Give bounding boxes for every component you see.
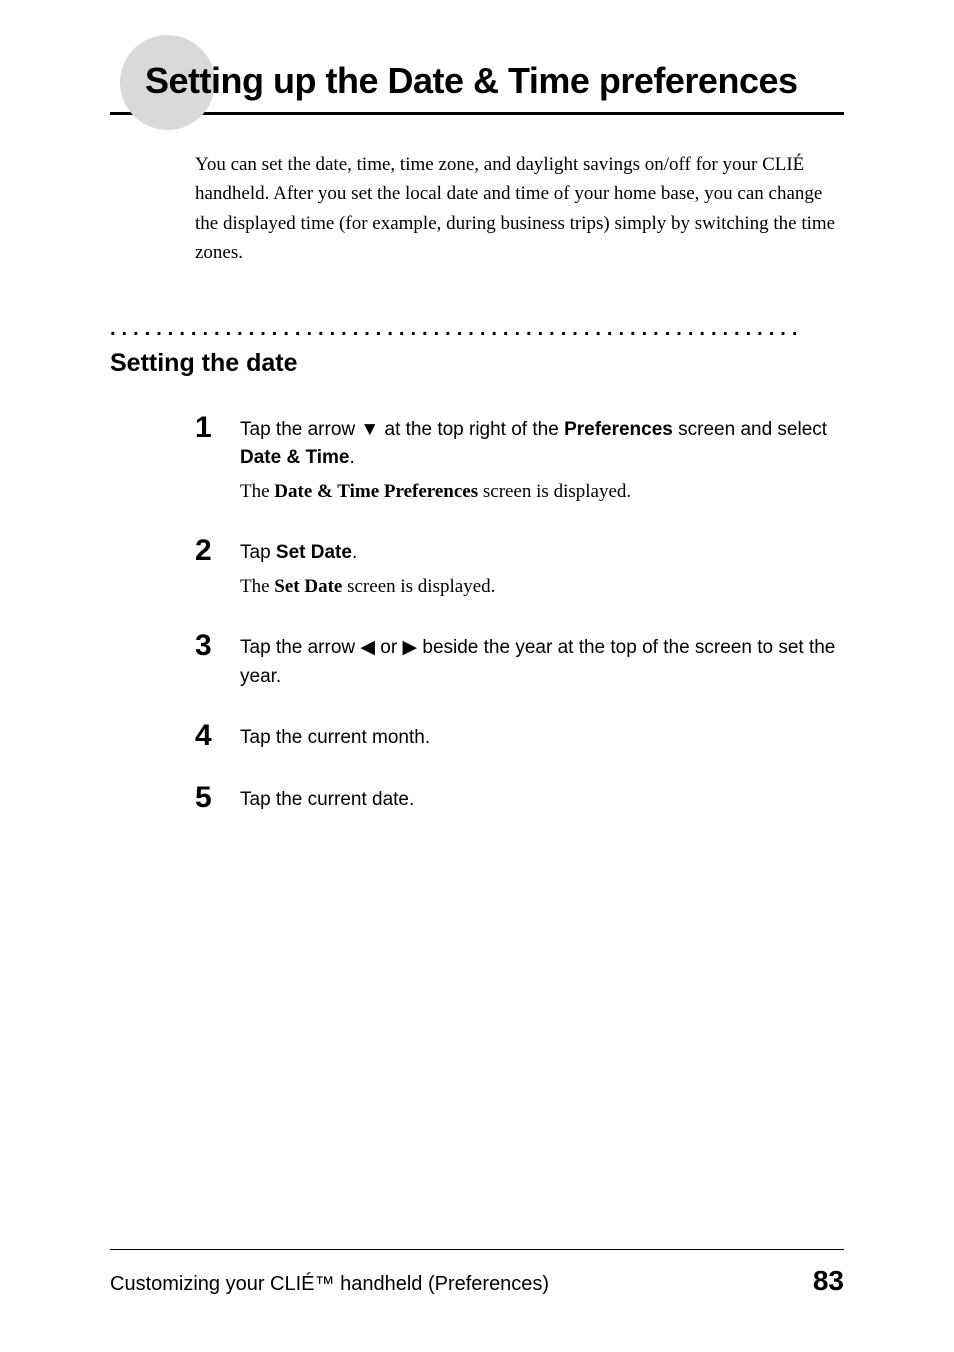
step-instruction: Tap the current date. [240,786,414,815]
step-number: 5 [195,783,240,813]
text: screen is displayed. [342,576,495,597]
step-1: 1 Tap the arrow ▼ at the top right of th… [195,413,844,507]
bold-text: Date & Time Preferences [274,481,478,502]
step-instruction: Tap the arrow ◀ or ▶ beside the year at … [240,634,844,691]
text: . [349,447,354,468]
right-arrow-icon: ▶ [402,637,417,658]
footer-section-title: Customizing your CLIÉ™ handheld (Prefere… [110,1273,549,1296]
step-2: 2 Tap Set Date. The Set Date screen is d… [195,536,844,601]
step-instruction: Tap the current month. [240,724,430,753]
step-body: Tap the current month. [240,721,430,753]
text: Tap [240,542,276,563]
step-note: The Set Date screen is displayed. [240,573,495,602]
step-number: 1 [195,413,240,443]
step-body: Tap Set Date. The Set Date screen is dis… [240,536,495,601]
title-area: Setting up the Date & Time preferences [110,60,844,115]
bold-text: Set Date [276,542,352,563]
step-number: 4 [195,721,240,751]
bold-text: Date & Time [240,447,349,468]
text: The [240,481,274,502]
step-3: 3 Tap the arrow ◀ or ▶ beside the year a… [195,631,844,691]
text: or [375,637,402,658]
footer-row: Customizing your CLIÉ™ handheld (Prefere… [110,1265,844,1297]
text: . [352,542,357,563]
step-4: 4 Tap the current month. [195,721,844,753]
step-body: Tap the arrow ◀ or ▶ beside the year at … [240,631,844,691]
step-instruction: Tap Set Date. [240,539,495,568]
section-heading: Setting the date [110,349,844,378]
step-5: 5 Tap the current date. [195,783,844,815]
text: screen is displayed. [478,481,631,502]
step-number: 2 [195,536,240,566]
text: screen and select [673,419,827,440]
bold-text: Set Date [274,576,342,597]
dotted-separator: ........................................… [110,318,844,341]
text: Tap the arrow [240,637,360,658]
bold-text: Preferences [564,419,673,440]
step-body: Tap the current date. [240,783,414,815]
steps-list: 1 Tap the arrow ▼ at the top right of th… [195,413,844,815]
step-note: The Date & Time Preferences screen is di… [240,478,844,507]
text: Tap the arrow [240,419,360,440]
text: The [240,576,274,597]
step-body: Tap the arrow ▼ at the top right of the … [240,413,844,507]
page-number: 83 [813,1265,844,1297]
step-instruction: Tap the arrow ▼ at the top right of the … [240,416,844,473]
title-underline [110,112,844,115]
intro-paragraph: You can set the date, time, time zone, a… [195,150,844,268]
footer-line [110,1249,844,1250]
page-title: Setting up the Date & Time preferences [110,60,844,112]
left-arrow-icon: ◀ [360,637,375,658]
page-footer: Customizing your CLIÉ™ handheld (Prefere… [110,1249,844,1297]
down-arrow-icon: ▼ [360,419,379,440]
text: at the top right of the [379,419,564,440]
step-number: 3 [195,631,240,661]
